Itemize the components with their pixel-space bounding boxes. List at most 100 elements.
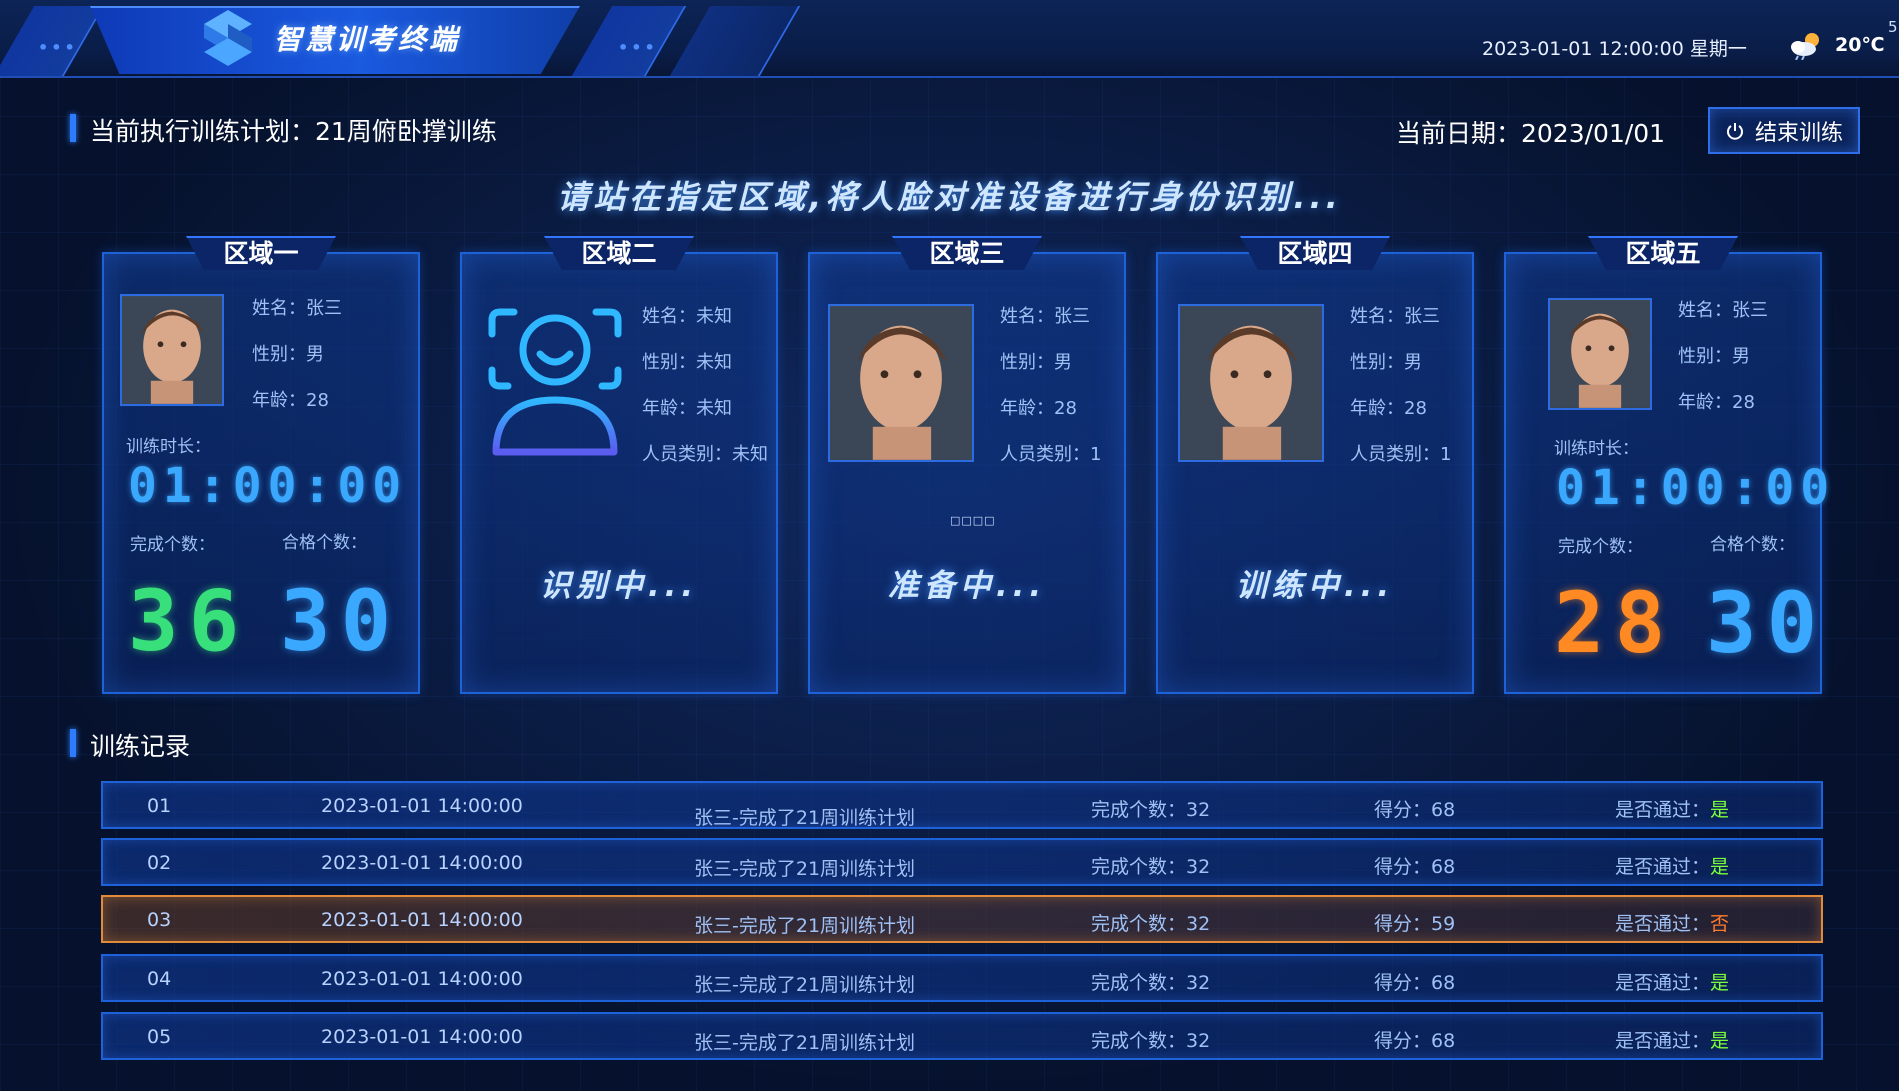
record-pass: 是否通过：是 <box>1615 795 1729 822</box>
record-row[interactable]: 02 2023-01-01 14:00:00 张三-完成了21周训练计划 完成个… <box>101 838 1823 886</box>
qualified-count: 30 <box>1706 574 1828 672</box>
gender-field: 性别：男 <box>1000 352 1072 373</box>
record-time: 2023-01-01 14:00:00 <box>321 909 523 931</box>
record-time: 2023-01-01 14:00:00 <box>321 968 523 990</box>
record-score: 得分：68 <box>1374 799 1456 821</box>
avatar <box>120 294 224 406</box>
record-score: 得分：68 <box>1374 856 1456 878</box>
records-title: 训练记录 <box>90 732 191 761</box>
record-desc: 张三-完成了21周训练计划 <box>694 858 916 880</box>
header-dots-left: ••• <box>38 38 78 57</box>
person-info: 姓名：张三 性别：男 年龄：28 <box>252 286 342 424</box>
header-datetime: 2023-01-01 12:00:00 星期一 <box>1482 38 1747 60</box>
completed-label: 完成个数： <box>130 535 215 555</box>
age-field: 年龄：28 <box>1000 398 1077 419</box>
name-field: 姓名：张三 <box>252 298 342 319</box>
record-row[interactable]: 01 2023-01-01 14:00:00 张三-完成了21周训练计划 完成个… <box>101 781 1823 829</box>
app-title: 智慧训考终端 <box>274 23 461 56</box>
record-time: 2023-01-01 14:00:00 <box>321 1026 523 1048</box>
zone-card-5[interactable]: 区域五 姓名：张三 性别：男 年龄：28 训练时长： 01:00:00 完成个数… <box>1504 236 1829 694</box>
record-count: 完成个数：32 <box>1091 972 1211 994</box>
record-pass: 是否通过：否 <box>1615 909 1729 936</box>
record-index: 01 <box>147 795 172 817</box>
pass-label: 是否通过： <box>1615 972 1711 994</box>
zone-card-2[interactable]: 区域二 姓名：未知 性别：未知 年龄：未知 人员类别：未知 识别中... <box>460 236 778 694</box>
zone-card-1[interactable]: 区域一 姓名：张三 性别：男 年龄：28 训练时长： 01:00:00 完成个数… <box>102 236 420 694</box>
age-field: 年龄：28 <box>1678 392 1755 413</box>
zone-status: 准备中... <box>887 568 1047 604</box>
gender-field: 性别：男 <box>1350 352 1422 373</box>
pass-value: 是 <box>1710 799 1730 821</box>
face-scan-icon <box>488 308 622 456</box>
face-photo <box>830 306 972 460</box>
instruction-banner: 请站在指定区域,将人脸对准设备进行身份识别... <box>557 178 1342 216</box>
person-info: 姓名：未知 性别：未知 年龄：未知 人员类别：未知 <box>642 294 768 478</box>
record-time: 2023-01-01 14:00:00 <box>321 795 523 817</box>
zone-card-4[interactable]: 区域四 姓名：张三 性别：男 年龄：28 人员类别：1 训练中... <box>1156 236 1474 694</box>
record-score: 得分：68 <box>1374 1030 1456 1052</box>
category-field: 人员类别：1 <box>1350 444 1452 465</box>
plan-accent-bar <box>70 114 76 142</box>
records-accent-bar <box>70 729 76 757</box>
pass-value: 是 <box>1710 856 1730 878</box>
face-photo <box>1550 300 1650 408</box>
completed-label: 完成个数： <box>1558 537 1643 557</box>
gender-field: 性别：未知 <box>642 352 732 373</box>
record-desc: 张三-完成了21周训练计划 <box>694 1032 916 1054</box>
end-training-button[interactable]: 结束训练 <box>1708 107 1860 154</box>
gender-field: 性别：男 <box>252 344 324 365</box>
header-dots-right: ••• <box>618 38 658 57</box>
header-decor <box>669 6 801 76</box>
qualified-count: 30 <box>280 572 402 670</box>
record-pass: 是否通过：是 <box>1615 968 1729 995</box>
age-field: 年龄：28 <box>1350 398 1427 419</box>
cloud-sun-icon <box>1791 33 1819 60</box>
placeholder-marker: □□□□ <box>950 514 996 527</box>
end-training-label: 结束训练 <box>1754 120 1843 146</box>
name-field: 姓名：张三 <box>1678 300 1768 321</box>
pass-label: 是否通过： <box>1615 799 1711 821</box>
zone-title: 区域一 <box>186 236 336 270</box>
pass-value: 是 <box>1710 972 1730 994</box>
category-field: 人员类别：未知 <box>642 444 768 465</box>
record-pass: 是否通过：是 <box>1615 852 1729 879</box>
record-row[interactable]: 05 2023-01-01 14:00:00 张三-完成了21周训练计划 完成个… <box>101 1012 1823 1060</box>
record-score: 得分：59 <box>1374 913 1456 935</box>
record-pass: 是否通过：是 <box>1615 1026 1729 1053</box>
avatar <box>1178 304 1324 462</box>
record-row[interactable]: 04 2023-01-01 14:00:00 张三-完成了21周训练计划 完成个… <box>101 954 1823 1002</box>
training-timer: 01:00:00 <box>1556 460 1836 516</box>
current-date: 当前日期：2023/01/01 <box>1396 119 1666 148</box>
pass-label: 是否通过： <box>1615 913 1711 935</box>
top-bar: ••• 智慧训考终端 ••• 2023-01-01 12:00:00 星期一 2… <box>0 0 1899 78</box>
zone-title: 区域五 <box>1588 236 1738 270</box>
face-photo <box>122 296 222 404</box>
age-field: 年龄：28 <box>252 390 329 411</box>
corner-mark: 5 <box>1888 18 1898 36</box>
category-field: 人员类别：1 <box>1000 444 1102 465</box>
record-index: 04 <box>147 968 172 990</box>
avatar <box>1548 298 1652 410</box>
zone-status: 训练中... <box>1235 568 1395 604</box>
gender-field: 性别：男 <box>1678 346 1750 367</box>
qualified-label: 合格个数： <box>1710 535 1795 555</box>
current-plan: 当前执行训练计划：21周俯卧撑训练 <box>90 117 497 146</box>
zone-card-3[interactable]: 区域三 姓名：张三 性别：男 年龄：28 人员类别：1 □□□□ 准备中... <box>808 236 1126 694</box>
record-count: 完成个数：32 <box>1091 913 1211 935</box>
pass-value: 否 <box>1710 913 1730 935</box>
name-field: 姓名：张三 <box>1000 306 1090 327</box>
training-timer: 01:00:00 <box>128 458 408 514</box>
record-row[interactable]: 03 2023-01-01 14:00:00 张三-完成了21周训练计划 完成个… <box>101 895 1823 943</box>
record-desc: 张三-完成了21周训练计划 <box>694 807 916 829</box>
record-count: 完成个数：32 <box>1091 799 1211 821</box>
record-count: 完成个数：32 <box>1091 856 1211 878</box>
completed-count: 28 <box>1554 574 1676 672</box>
zone-title: 区域四 <box>1240 236 1390 270</box>
record-index: 02 <box>147 852 172 874</box>
name-field: 姓名：未知 <box>642 306 732 327</box>
record-index: 05 <box>147 1026 172 1048</box>
zone-status: 识别中... <box>539 568 699 604</box>
person-info: 姓名：张三 性别：男 年龄：28 人员类别：1 <box>1000 294 1101 478</box>
record-time: 2023-01-01 14:00:00 <box>321 852 523 874</box>
app-logo-icon <box>204 10 252 66</box>
